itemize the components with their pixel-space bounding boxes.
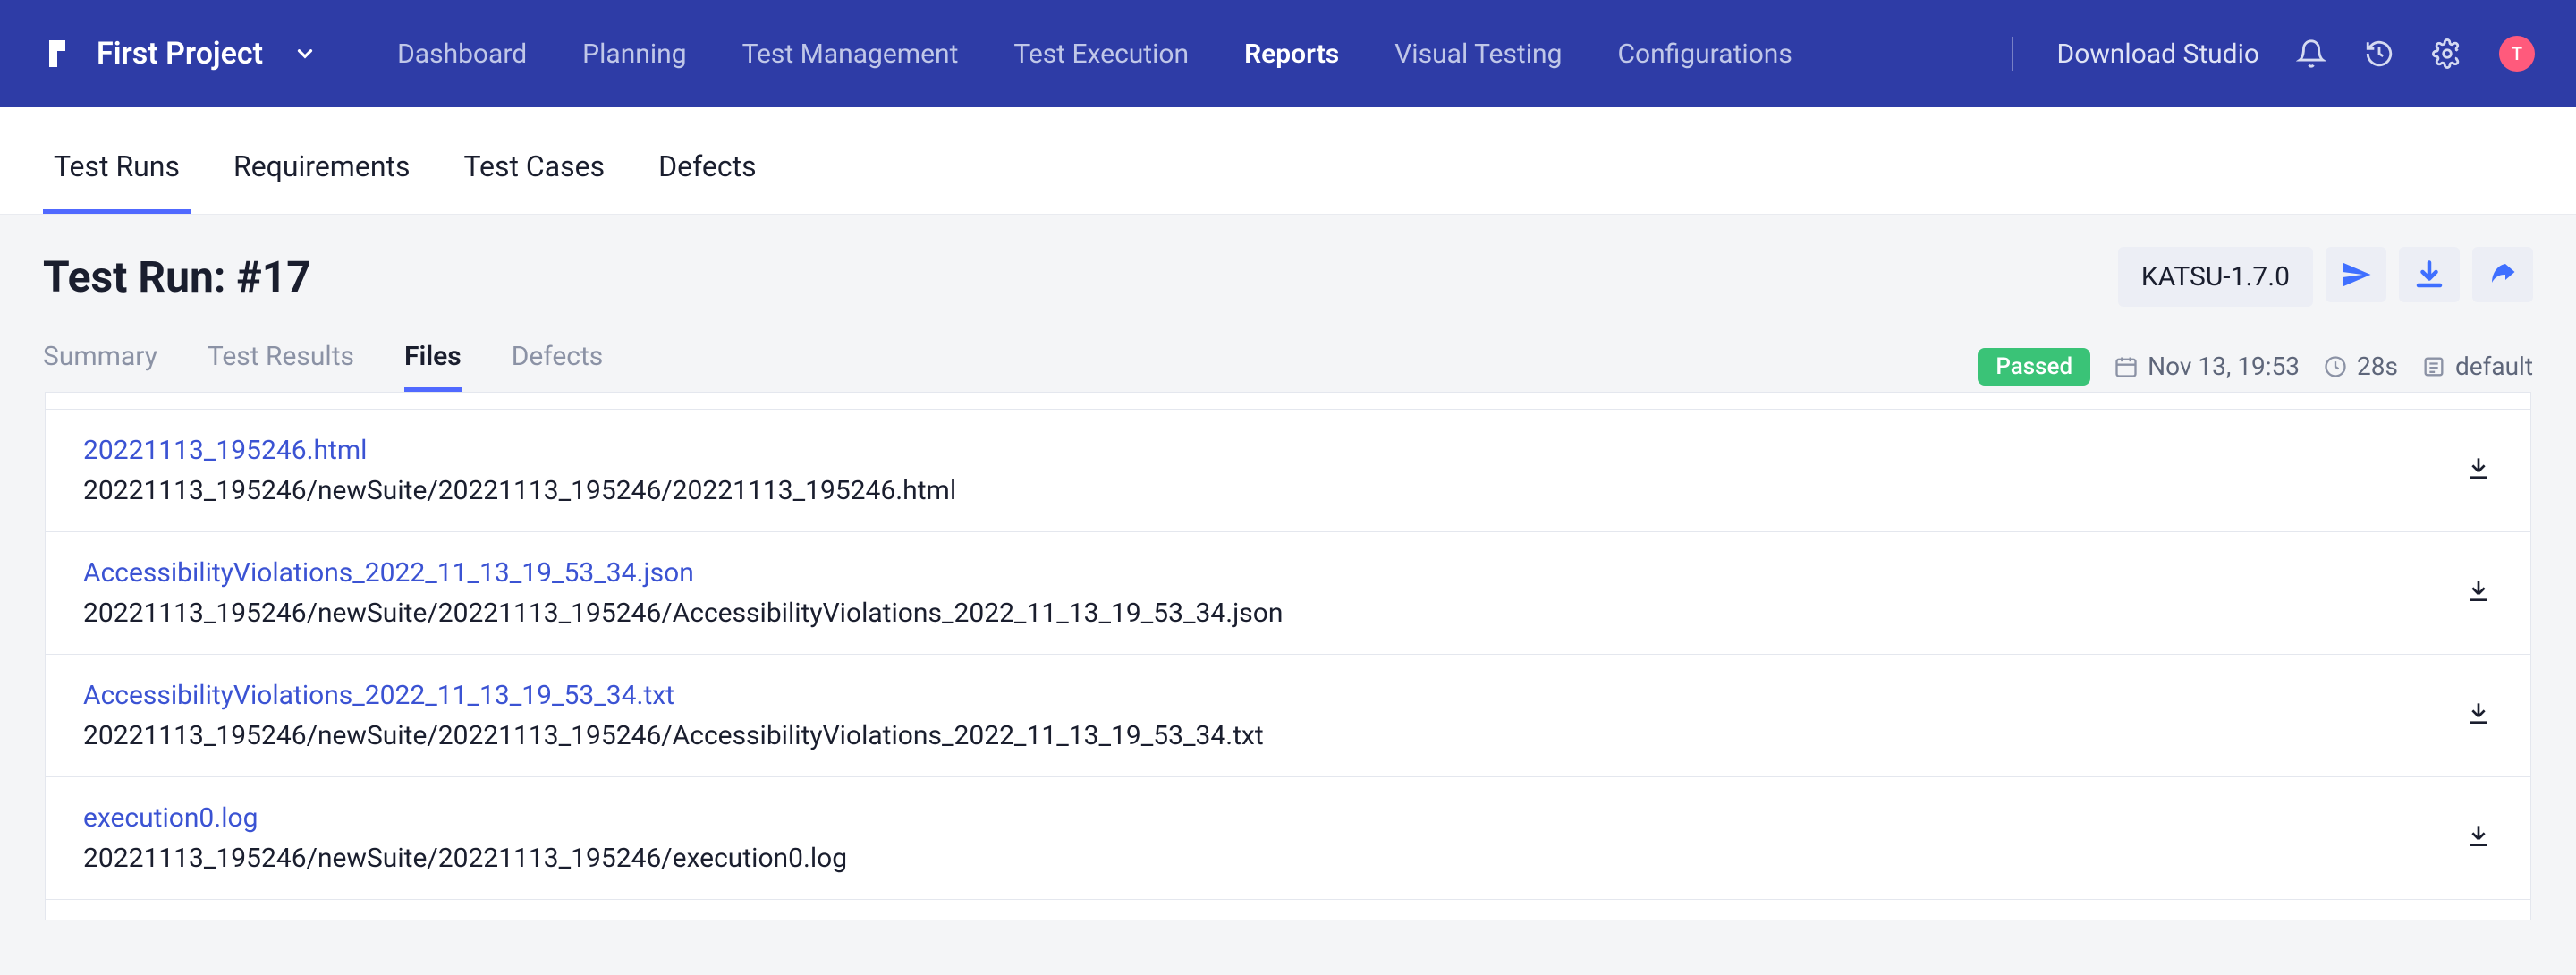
report-tabs: Test Runs Requirements Test Cases Defect… [0, 107, 2576, 215]
avatar[interactable]: T [2499, 36, 2535, 72]
bell-icon [2296, 38, 2326, 69]
nav-planning[interactable]: Planning [582, 38, 686, 70]
header-right: Download Studio T [2003, 36, 2535, 72]
status-duration-text: 28s [2357, 352, 2398, 381]
status-bar: Passed Nov 13, 19:53 28s default [1978, 348, 2533, 386]
project-selector[interactable]: First Project [41, 36, 317, 72]
file-info: AccessibilityViolations_2022_11_13_19_53… [83, 557, 1283, 629]
file-row-continuation [45, 899, 2531, 920]
inner-tab-defects[interactable]: Defects [512, 341, 604, 392]
file-info: 20221113_195246.html 20221113_195246/new… [83, 435, 956, 506]
logo-icon [41, 38, 73, 70]
title-actions: KATSU-1.7.0 [2118, 247, 2533, 307]
file-path: 20221113_195246/newSuite/20221113_195246… [83, 598, 1283, 629]
file-name-link[interactable]: AccessibilityViolations_2022_11_13_19_53… [83, 557, 1283, 589]
nav-visual-testing[interactable]: Visual Testing [1394, 38, 1562, 70]
files-list: 20221113_195246.html 20221113_195246/new… [0, 392, 2576, 920]
tab-test-runs[interactable]: Test Runs [54, 149, 180, 214]
history-button[interactable] [2363, 38, 2395, 70]
inner-tab-test-results[interactable]: Test Results [208, 341, 354, 392]
file-row: AccessibilityViolations_2022_11_13_19_53… [45, 654, 2531, 777]
download-arrow-icon [2464, 699, 2493, 727]
gear-icon [2432, 38, 2462, 69]
file-download-button[interactable] [2464, 576, 2493, 611]
settings-button[interactable] [2431, 38, 2463, 70]
calendar-icon [2114, 354, 2139, 379]
inner-tab-files[interactable]: Files [404, 341, 462, 392]
nav-test-execution[interactable]: Test Execution [1013, 38, 1189, 70]
version-badge[interactable]: KATSU-1.7.0 [2118, 247, 2313, 307]
tab-requirements[interactable]: Requirements [233, 149, 411, 214]
file-name-link[interactable]: AccessibilityViolations_2022_11_13_19_53… [83, 680, 1264, 711]
project-name: First Project [97, 36, 263, 72]
status-date: Nov 13, 19:53 [2114, 352, 2300, 381]
inner-tabs-bar: Summary Test Results Files Defects Passe… [0, 334, 2576, 392]
status-profile: default [2421, 352, 2533, 381]
file-row: AccessibilityViolations_2022_11_13_19_53… [45, 531, 2531, 655]
file-row: execution0.log 20221113_195246/newSuite/… [45, 776, 2531, 900]
download-studio-link[interactable]: Download Studio [2057, 38, 2259, 70]
title-bar: Test Run: #17 KATSU-1.7.0 [0, 215, 2576, 334]
status-duration: 28s [2323, 352, 2398, 381]
notifications-button[interactable] [2295, 38, 2327, 70]
history-icon [2364, 38, 2394, 69]
status-badge: Passed [1978, 348, 2090, 386]
file-path: 20221113_195246/newSuite/20221113_195246… [83, 720, 1264, 751]
profile-icon [2421, 354, 2446, 379]
file-name-link[interactable]: 20221113_195246.html [83, 435, 956, 466]
file-name-link[interactable]: execution0.log [83, 802, 847, 834]
file-download-button[interactable] [2464, 699, 2493, 733]
rerun-button[interactable] [2326, 247, 2386, 302]
tab-test-cases[interactable]: Test Cases [463, 149, 605, 214]
inner-tab-summary[interactable]: Summary [43, 341, 157, 392]
download-arrow-icon [2464, 576, 2493, 605]
nav-reports[interactable]: Reports [1244, 38, 1339, 70]
file-download-button[interactable] [2464, 821, 2493, 856]
send-icon [2340, 259, 2372, 291]
file-path: 20221113_195246/newSuite/20221113_195246… [83, 475, 956, 506]
status-date-text: Nov 13, 19:53 [2148, 352, 2300, 381]
share-icon [2487, 259, 2519, 291]
file-info: execution0.log 20221113_195246/newSuite/… [83, 802, 847, 874]
nav-dashboard[interactable]: Dashboard [397, 38, 527, 70]
download-button[interactable] [2399, 247, 2460, 302]
file-info: AccessibilityViolations_2022_11_13_19_53… [83, 680, 1264, 751]
download-icon [2413, 259, 2445, 291]
files-header-sliver [45, 392, 2531, 410]
inner-tabs: Summary Test Results Files Defects [43, 341, 603, 392]
tab-defects[interactable]: Defects [658, 149, 756, 214]
status-profile-text: default [2455, 352, 2533, 381]
download-arrow-icon [2464, 454, 2493, 482]
nav-configurations[interactable]: Configurations [1617, 38, 1792, 70]
file-download-button[interactable] [2464, 454, 2493, 488]
file-path: 20221113_195246/newSuite/20221113_195246… [83, 843, 847, 874]
main-nav: Dashboard Planning Test Management Test … [397, 38, 1792, 70]
chevron-down-icon [293, 42, 317, 65]
file-row: 20221113_195246.html 20221113_195246/new… [45, 409, 2531, 532]
nav-test-management[interactable]: Test Management [742, 38, 959, 70]
clock-icon [2323, 354, 2348, 379]
download-arrow-icon [2464, 821, 2493, 850]
page-title: Test Run: #17 [43, 251, 311, 302]
top-header: First Project Dashboard Planning Test Ma… [0, 0, 2576, 107]
share-button[interactable] [2472, 247, 2533, 302]
